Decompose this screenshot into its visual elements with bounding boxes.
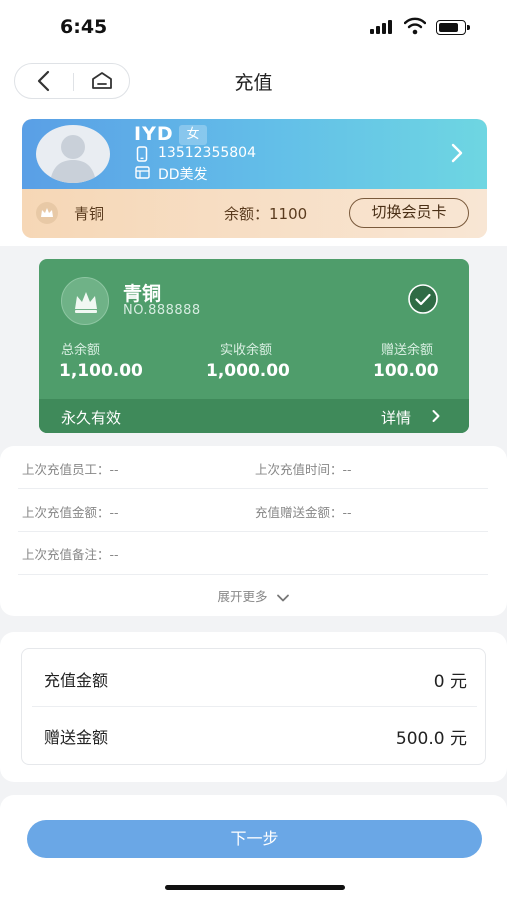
cellular-signal-icon — [370, 20, 396, 34]
last-recharge-amount: 上次充值金额：-- — [22, 505, 119, 520]
bonus-amount-label: 赠送金额 — [44, 728, 109, 747]
switch-card-button[interactable]: 切换会员卡 — [349, 198, 469, 228]
chevron-down-icon — [276, 594, 289, 601]
received-balance-label: 实收余额 — [220, 343, 273, 358]
expand-more-button[interactable]: 展开更多 — [0, 586, 507, 605]
card-details-link[interactable]: 详情 — [381, 407, 411, 428]
recharge-bonus-amount: 充值赠送金额：-- — [255, 505, 352, 520]
recharge-amount-input[interactable]: 0 元 — [434, 667, 467, 692]
card-number: NO.888888 — [123, 303, 201, 318]
chevron-right-icon[interactable] — [431, 409, 441, 423]
gift-balance-label: 赠送余额 — [381, 343, 434, 358]
page-title: 充值 — [234, 72, 273, 94]
phone-icon — [136, 146, 148, 162]
status-time: 6:45 — [60, 16, 108, 38]
last-recharge-panel: 上次充值员工：-- 上次充值时间：-- 上次充值金额：-- 充值赠送金额：-- … — [0, 446, 507, 616]
gift-balance-value: 100.00 — [373, 361, 439, 381]
card-level: 青铜 — [123, 283, 162, 305]
battery-icon — [436, 20, 470, 35]
status-bar: 6:45 — [0, 0, 507, 56]
bonus-amount-input[interactable]: 500.0 元 — [396, 724, 467, 749]
card-footer: 永久有效 详情 — [39, 399, 469, 433]
gender-badge: 女 — [179, 125, 207, 145]
recharge-amount-label: 充值金额 — [44, 671, 109, 690]
member-store: DD美发 — [158, 167, 208, 183]
member-phone: 13512355804 — [158, 145, 256, 161]
divider — [18, 488, 488, 489]
total-balance-label: 总余额 — [61, 343, 101, 358]
total-balance-value: 1,100.00 — [59, 361, 143, 381]
card-validity: 永久有效 — [61, 409, 122, 427]
wifi-icon — [404, 17, 426, 35]
divider — [18, 574, 488, 575]
check-circle-icon[interactable] — [407, 283, 439, 315]
chevron-right-icon[interactable] — [448, 141, 466, 165]
person-silhouette-icon — [50, 135, 96, 183]
member-info-header: IYD 女 13512355804 DD美发 — [22, 119, 487, 189]
membership-card[interactable]: 青铜 NO.888888 总余额 1,100.00 实收余额 1,000.00 … — [39, 259, 469, 433]
avatar — [36, 125, 110, 183]
received-balance-value: 1,000.00 — [206, 361, 290, 381]
crown-icon — [61, 277, 109, 325]
member-level: 青铜 — [74, 205, 105, 223]
expand-more-label: 展开更多 — [217, 589, 268, 604]
member-info-card[interactable]: IYD 女 13512355804 DD美发 青铜 余额：1100 切换会员卡 — [22, 119, 487, 238]
last-recharge-staff: 上次充值员工：-- — [22, 462, 119, 477]
divider — [32, 706, 477, 707]
member-name: IYD — [134, 123, 174, 145]
divider — [18, 531, 488, 532]
member-balance: 余额：1100 — [224, 205, 308, 223]
store-icon — [135, 166, 150, 179]
next-step-button[interactable]: 下一步 — [27, 820, 482, 858]
member-level-bar: 青铜 余额：1100 切换会员卡 — [22, 189, 487, 238]
home-indicator — [165, 885, 345, 890]
last-recharge-time: 上次充值时间：-- — [255, 462, 352, 477]
last-recharge-note: 上次充值备注：-- — [22, 547, 119, 562]
crown-icon — [36, 202, 58, 224]
amount-box: 充值金额 0 元 赠送金额 500.0 元 — [21, 648, 486, 765]
amount-panel: 充值金额 0 元 赠送金额 500.0 元 — [0, 632, 507, 782]
